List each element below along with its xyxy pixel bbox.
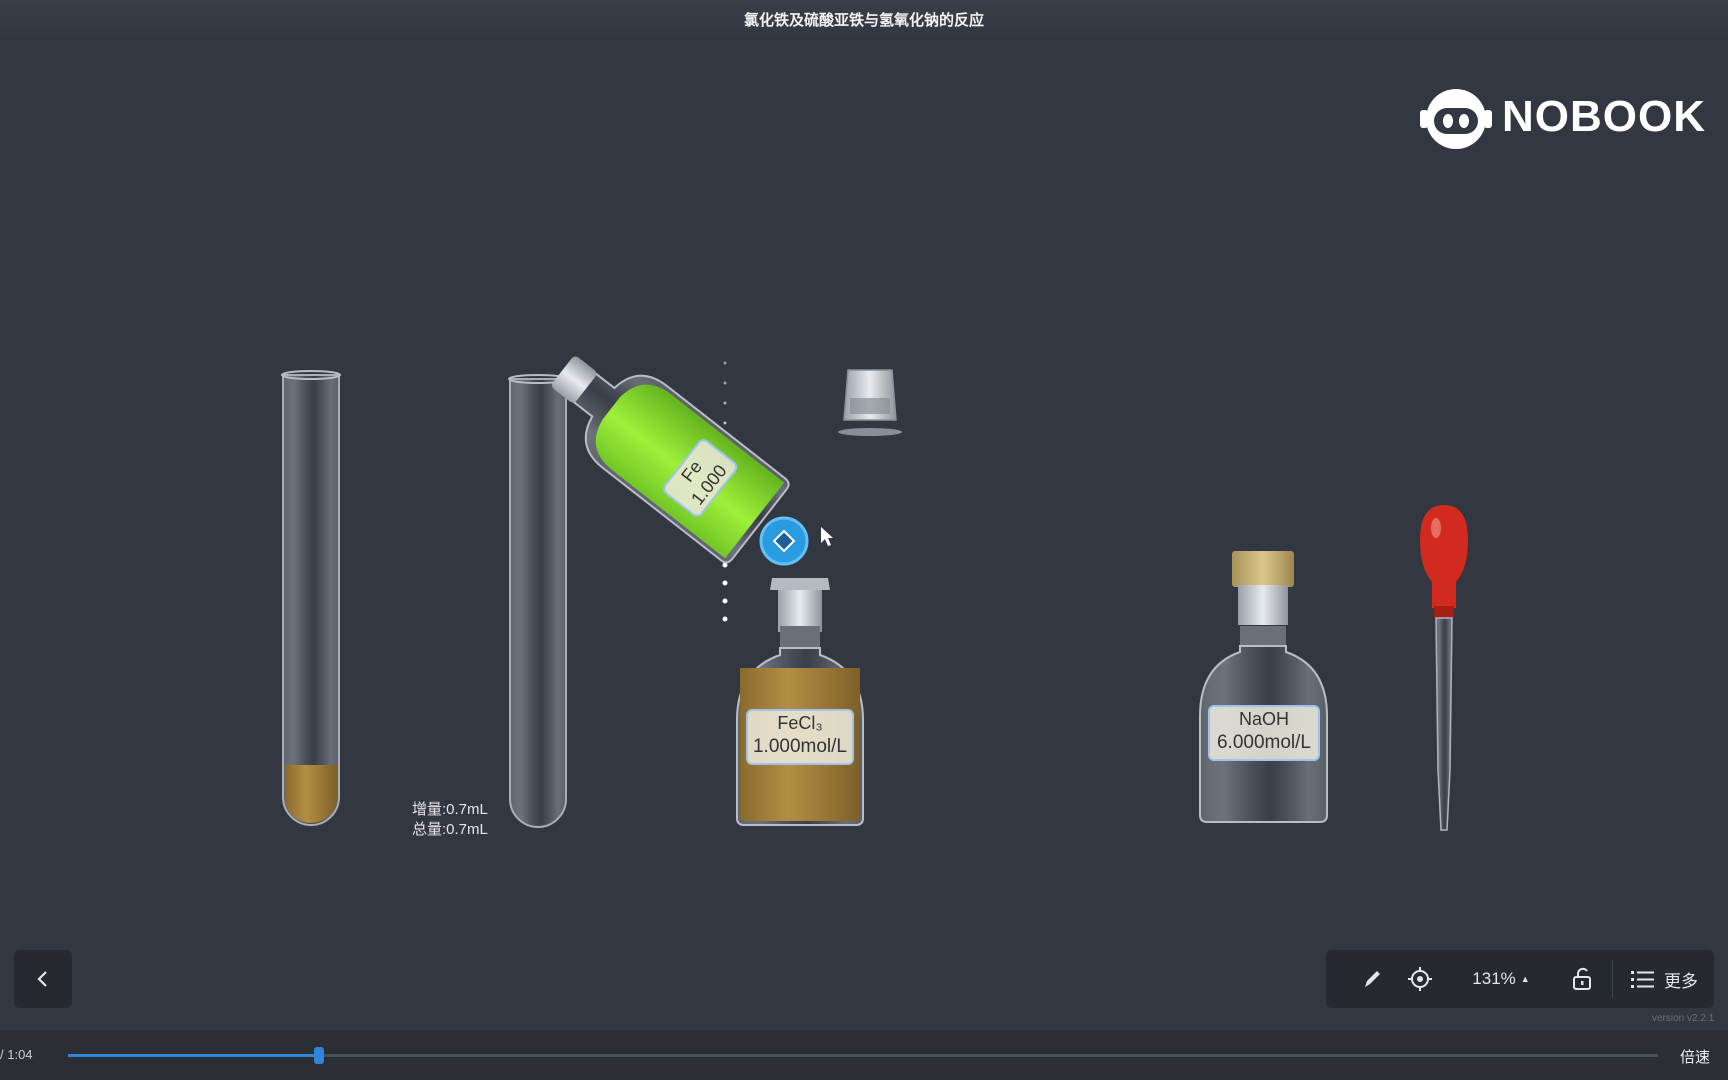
test-tube-2[interactable] bbox=[508, 374, 568, 828]
progress-handle[interactable] bbox=[314, 1047, 325, 1064]
locate-button[interactable] bbox=[1402, 950, 1438, 1008]
crosshair-icon bbox=[1408, 967, 1432, 991]
more-menu-button[interactable]: 更多 bbox=[1624, 950, 1704, 1008]
progress-bar[interactable] bbox=[68, 1047, 1658, 1064]
more-label: 更多 bbox=[1664, 971, 1698, 991]
fecl3-concentration: 1.000mol/L bbox=[752, 736, 847, 757]
naoh-reagent-bottle[interactable] bbox=[1199, 551, 1328, 823]
pour-action-button[interactable] bbox=[759, 516, 809, 566]
volume-readout: 增量:0.7mL 总量:0.7mL bbox=[412, 800, 488, 840]
toolbar-divider bbox=[1612, 960, 1613, 998]
naoh-formula: NaOH bbox=[1238, 709, 1289, 729]
fecl3-reagent-bottle[interactable] bbox=[736, 578, 864, 826]
fecl3-label: FeCl₃ 1.000mol/L bbox=[746, 709, 854, 765]
test-tube-1[interactable] bbox=[281, 370, 341, 826]
pen-tool-button[interactable] bbox=[1354, 950, 1390, 1008]
chevron-left-icon bbox=[37, 971, 47, 987]
menu-icon bbox=[1631, 971, 1654, 988]
playback-speed-button[interactable]: 倍速 bbox=[1680, 1046, 1710, 1067]
unlock-icon bbox=[1573, 967, 1591, 990]
naoh-concentration: 6.000mol/L bbox=[1216, 732, 1311, 753]
zoom-control[interactable]: 131% ▲ bbox=[1460, 950, 1542, 1008]
back-button[interactable] bbox=[14, 950, 72, 1008]
total-volume: 总量:0.7mL bbox=[412, 821, 488, 838]
fecl3-formula: FeCl₃ bbox=[777, 713, 823, 733]
pen-icon bbox=[1365, 971, 1380, 987]
increment-volume: 增量:0.7mL bbox=[412, 801, 488, 818]
tilted-reagent-bottle[interactable]: Fe 1.000 bbox=[530, 329, 791, 565]
video-player-bar: / 1:04 倍速 bbox=[0, 1030, 1728, 1080]
mouse-cursor-icon bbox=[821, 527, 833, 546]
lock-button[interactable] bbox=[1562, 950, 1602, 1008]
bottle-stopper[interactable] bbox=[838, 369, 902, 436]
progress-fill bbox=[68, 1054, 320, 1057]
zoom-level: 131% bbox=[1472, 969, 1516, 988]
dropper[interactable] bbox=[1420, 505, 1468, 831]
caret-up-icon: ▲ bbox=[1520, 974, 1530, 984]
bottom-toolbar: 131% ▲ 更多 bbox=[1326, 950, 1714, 1008]
version-text: version v2.2.1 bbox=[1652, 1013, 1715, 1024]
naoh-label: NaOH 6.000mol/L bbox=[1208, 705, 1320, 761]
playback-time: / 1:04 bbox=[0, 1047, 33, 1062]
